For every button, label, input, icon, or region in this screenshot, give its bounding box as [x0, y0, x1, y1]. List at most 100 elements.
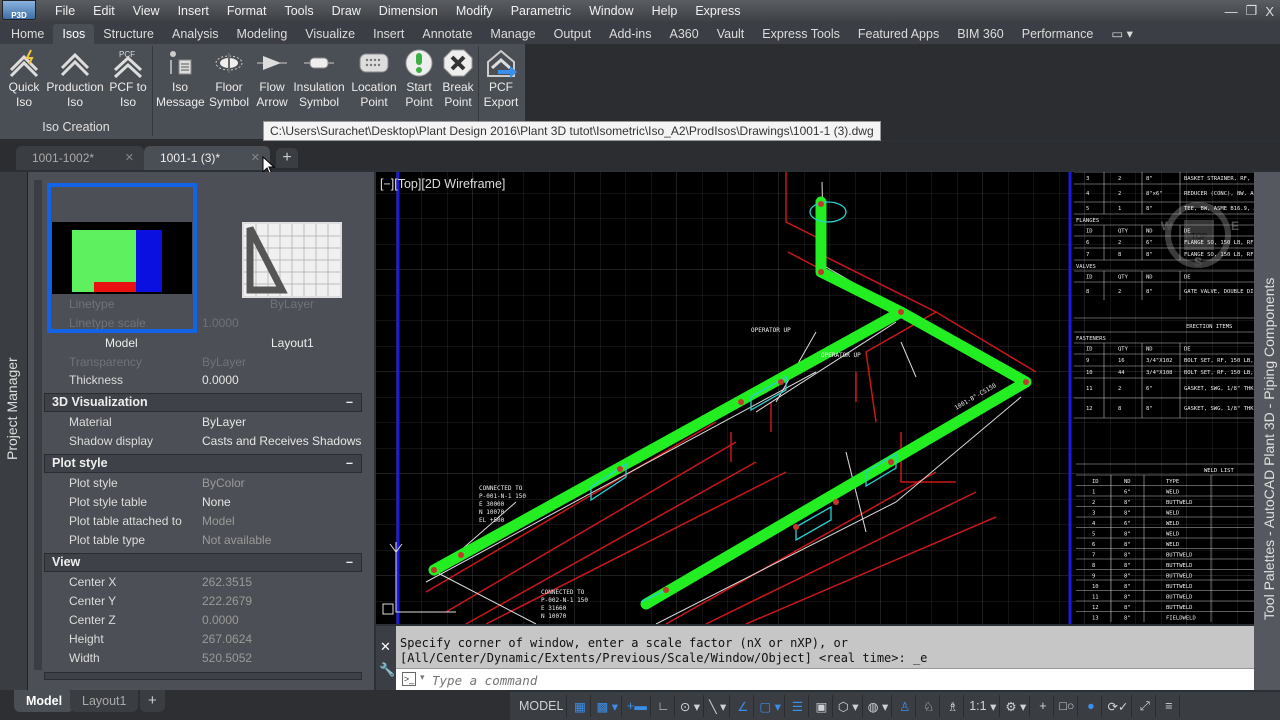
location-point-button[interactable]: Location Point [348, 48, 400, 110]
units-icon[interactable]: □○ [1056, 695, 1079, 717]
menu-express[interactable]: Express [686, 0, 749, 22]
isodraft-icon[interactable]: ╲ ▾ [706, 695, 731, 717]
close-tab-icon[interactable]: ✕ [251, 146, 260, 170]
prop-row-shadow-display[interactable]: Shadow display Casts and Receives Shadows [44, 432, 362, 451]
add-layout-button[interactable]: + [140, 690, 165, 712]
viewport-controls-label[interactable]: [−][Top][2D Wireframe] [380, 177, 505, 191]
auto-scale-icon[interactable]: ♘ [918, 695, 941, 717]
layout-tab-model[interactable]: Model [14, 690, 75, 712]
layout-tab-layout1[interactable]: Layout1 [70, 690, 139, 712]
app-logo-button[interactable]: P3D [2, 0, 36, 20]
lineweight-icon[interactable]: ☰ [787, 695, 809, 717]
minimize-button[interactable]: — [1225, 4, 1238, 19]
customize-wrench-icon[interactable]: 🔧 [379, 662, 395, 678]
close-button[interactable]: X [1265, 4, 1274, 19]
prop-row-plot-table-attached[interactable]: Plot table attached to Model [44, 512, 362, 531]
section-view[interactable]: View – [44, 553, 362, 572]
ortho-mode-icon[interactable]: ∟ [653, 695, 675, 717]
insulation-symbol-button[interactable]: Insulation Symbol [292, 48, 346, 110]
menu-window[interactable]: Window [580, 0, 642, 22]
new-tab-button[interactable]: + [276, 148, 298, 168]
section-misc[interactable] [44, 672, 362, 680]
polar-tracking-icon[interactable]: ⊙ ▾ [677, 695, 705, 717]
annotation-scale-dropdown[interactable]: 1:1 ▾ [966, 695, 1001, 717]
recent-commands-dropdown-icon[interactable]: ▾ [420, 672, 425, 683]
collapse-icon[interactable]: – [346, 455, 353, 472]
menu-edit[interactable]: Edit [84, 0, 124, 22]
project-manager-label[interactable]: Project Manager [4, 260, 20, 460]
ribbon-minimize-toggle[interactable]: ▭ ▾ [1102, 24, 1142, 44]
properties-scrollbar[interactable] [34, 180, 42, 670]
tab-a360[interactable]: A360 [661, 24, 708, 44]
object-snap-tracking-icon[interactable]: ∠ [732, 695, 755, 717]
pcf-to-iso-button[interactable]: PCF PCF to Iso [108, 48, 148, 110]
menu-parametric[interactable]: Parametric [502, 0, 580, 22]
tab-home[interactable]: Home [2, 24, 53, 44]
annotation-visibility-icon[interactable]: ♙ [894, 695, 917, 717]
prop-row-thickness[interactable]: Thickness 0.0000 [44, 371, 362, 390]
menu-insert[interactable]: Insert [169, 0, 218, 22]
model-space-button[interactable]: MODEL [516, 695, 568, 717]
break-point-button[interactable]: Break Point [438, 48, 478, 110]
menu-modify[interactable]: Modify [447, 0, 502, 22]
prop-row-center-x[interactable]: Center X 262.3515 [44, 573, 362, 592]
layout-thumbnail[interactable] [242, 222, 342, 298]
iso-message-button[interactable]: Iso Message [156, 48, 205, 110]
collapse-icon[interactable]: – [346, 394, 353, 411]
close-tab-icon[interactable]: ✕ [125, 146, 134, 170]
tab-vault[interactable]: Vault [708, 24, 754, 44]
menu-format[interactable]: Format [218, 0, 276, 22]
tab-express-tools[interactable]: Express Tools [753, 24, 849, 44]
restore-button[interactable]: ❐ [1246, 3, 1258, 19]
prop-row-center-y[interactable]: Center Y 222.2679 [44, 592, 362, 611]
prop-row-material[interactable]: Material ByLayer [44, 413, 362, 432]
tab-analysis[interactable]: Analysis [163, 24, 228, 44]
object-snap-icon[interactable]: ▢ ▾ [756, 695, 785, 717]
collapse-icon[interactable]: – [346, 554, 353, 571]
tab-featured-apps[interactable]: Featured Apps [849, 24, 948, 44]
workspace-gear-icon[interactable]: ⚙ ▾ [1002, 695, 1031, 717]
gizmo-icon[interactable]: ◍ ▾ [865, 695, 893, 717]
section-3d-visualization[interactable]: 3D Visualization – [44, 393, 362, 412]
tab-annotate[interactable]: Annotate [413, 24, 481, 44]
prop-row-plot-table-type[interactable]: Plot table type Not available [44, 531, 362, 550]
tab-manage[interactable]: Manage [481, 24, 544, 44]
clean-screen-icon[interactable]: ⤢ [1134, 695, 1157, 717]
infer-constraints-icon[interactable]: +▬ [624, 695, 651, 717]
tab-structure[interactable]: Structure [94, 24, 163, 44]
tab-bim-360[interactable]: BIM 360 [948, 24, 1013, 44]
menu-help[interactable]: Help [643, 0, 687, 22]
prop-row-center-z[interactable]: Center Z 0.0000 [44, 611, 362, 630]
grid-display-icon[interactable]: ▦ [569, 695, 592, 717]
prop-row-plot-style-table[interactable]: Plot style table None [44, 493, 362, 512]
file-tab-1001-1-3[interactable]: 1001-1 (3)* ✕ [144, 146, 270, 170]
tab-insert[interactable]: Insert [364, 24, 413, 44]
tab-output[interactable]: Output [545, 24, 601, 44]
tab-modeling[interactable]: Modeling [228, 24, 297, 44]
pcf-export-button[interactable]: PCF Export [482, 48, 520, 110]
menu-dimension[interactable]: Dimension [370, 0, 447, 22]
section-plot-style[interactable]: Plot style – [44, 454, 362, 473]
tab-performance[interactable]: Performance [1013, 24, 1103, 44]
prop-row-plot-style[interactable]: Plot style ByColor [44, 474, 362, 493]
tab-isos[interactable]: Isos [53, 24, 95, 44]
tab-visualize[interactable]: Visualize [296, 24, 364, 44]
production-iso-button[interactable]: Production Iso [44, 48, 106, 110]
floor-symbol-button[interactable]: Floor Symbol [206, 48, 252, 110]
prop-row-height[interactable]: Height 267.0624 [44, 630, 362, 649]
flow-arrow-button[interactable]: Flow Arrow [254, 48, 290, 110]
tab-add-ins[interactable]: Add-ins [600, 24, 660, 44]
prop-row-width[interactable]: Width 520.5052 [44, 649, 362, 668]
customization-menu-icon[interactable]: ≡ [1158, 695, 1181, 717]
quick-iso-button[interactable]: Quick Iso [4, 48, 44, 110]
menu-draw[interactable]: Draw [323, 0, 370, 22]
3d-object-snap-icon[interactable]: ⬡ ▾ [835, 695, 863, 717]
command-input-box[interactable]: >_ ▾ [396, 668, 1254, 690]
isolate-objects-icon[interactable]: ● [1080, 695, 1103, 717]
tool-palettes-label[interactable]: Tool Palettes - AutoCAD Plant 3D - Pipin… [1261, 278, 1277, 620]
drawing-canvas[interactable]: TOP W E S OPERATOR UP OPERATOR UP CONNEC… [376, 172, 1254, 624]
file-tab-1001-1002[interactable]: 1001-1002* ✕ [16, 146, 144, 170]
menu-file[interactable]: File [46, 0, 84, 22]
start-point-button[interactable]: Start Point [402, 48, 436, 110]
annotation-monitor-icon[interactable]: + [1032, 695, 1055, 717]
